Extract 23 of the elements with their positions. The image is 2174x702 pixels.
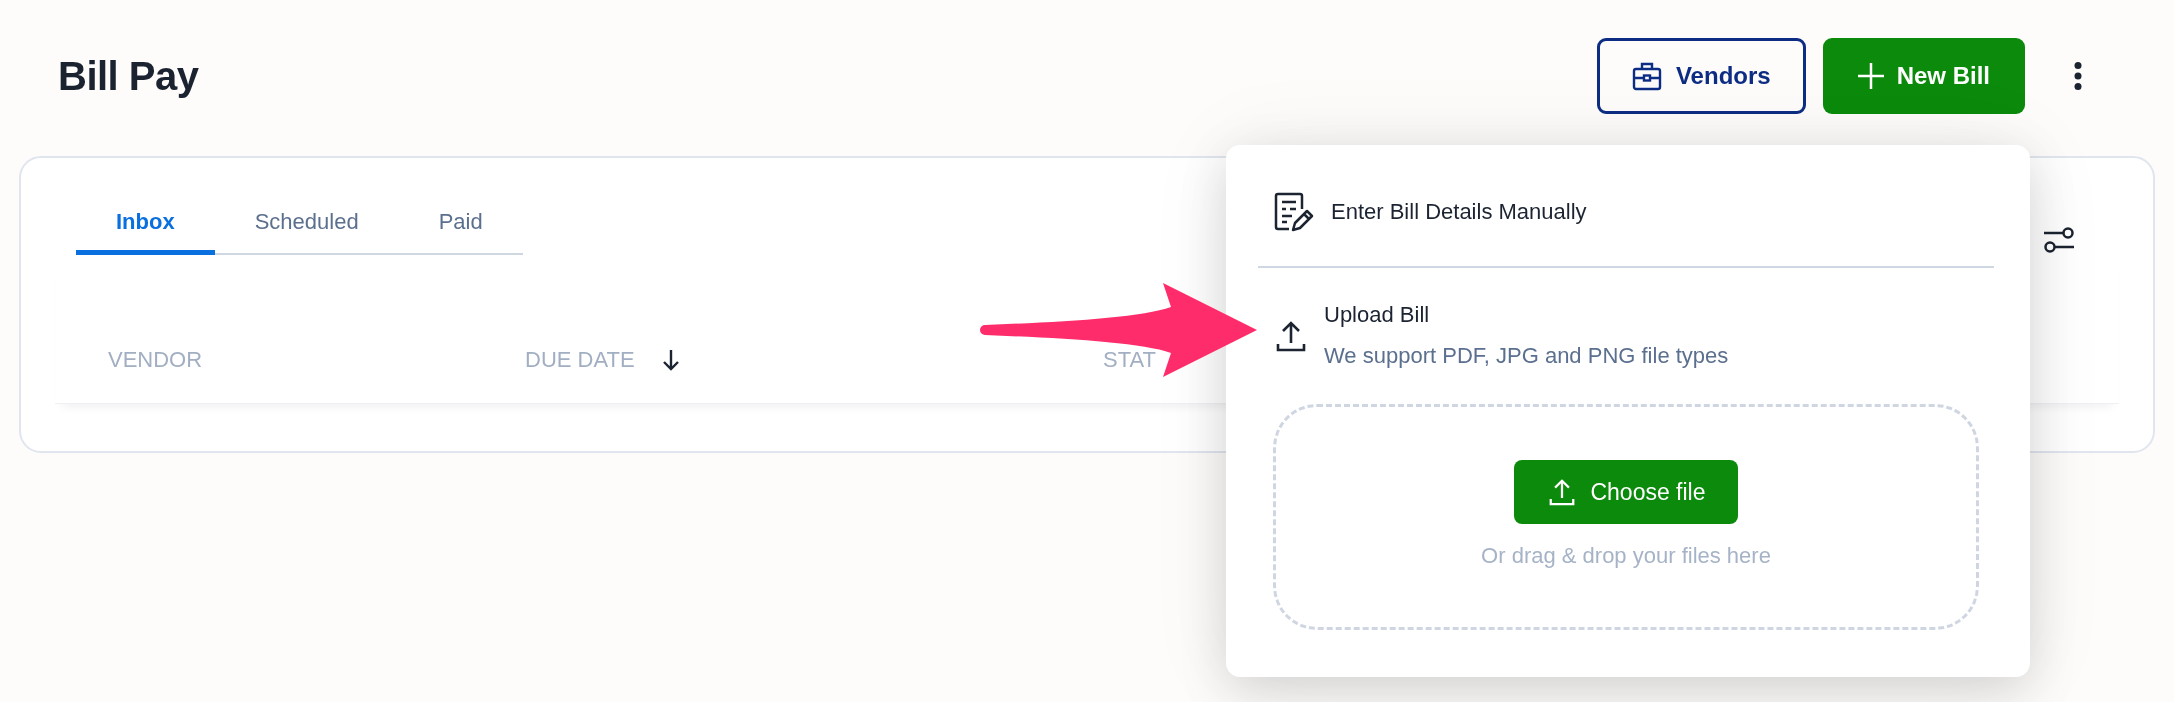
menu-item[interactable]: Enter Bill Details Manually: [1226, 145, 2030, 266]
tab[interactable]: Inbox: [76, 196, 215, 255]
choose-file-button[interactable]: Choose file: [1514, 460, 1738, 524]
tab[interactable]: Scheduled: [214, 196, 399, 255]
drop-zone[interactable]: Choose file Or drag & drop your files here: [1273, 404, 1979, 630]
arrow-down-icon[interactable]: [661, 349, 680, 371]
briefcase-icon: [1631, 61, 1662, 91]
tab[interactable]: Paid: [398, 196, 523, 255]
page-title: Bill Pay: [58, 53, 200, 100]
filter-sliders-icon[interactable]: [2044, 226, 2074, 254]
drop-hint: Or drag & drop your files here: [1481, 542, 1771, 570]
upload-icon: [1276, 319, 1306, 352]
vendors-button[interactable]: Vendors: [1596, 38, 1806, 114]
edit-document-icon: [1274, 192, 1314, 232]
plus-icon: [1856, 62, 1885, 90]
column-header: DUE DATE: [525, 346, 635, 374]
column-header: VENDOR: [108, 346, 203, 374]
upload-title: Upload Bill: [1324, 301, 1431, 329]
new-bill-button[interactable]: New Bill: [1822, 38, 2025, 114]
upload-icon: [1549, 478, 1576, 506]
more-options-icon[interactable]: [2072, 61, 2084, 91]
upload-description: We support PDF, JPG and PNG file types: [1324, 342, 1729, 370]
column-header: STAT: [1103, 346, 1156, 374]
